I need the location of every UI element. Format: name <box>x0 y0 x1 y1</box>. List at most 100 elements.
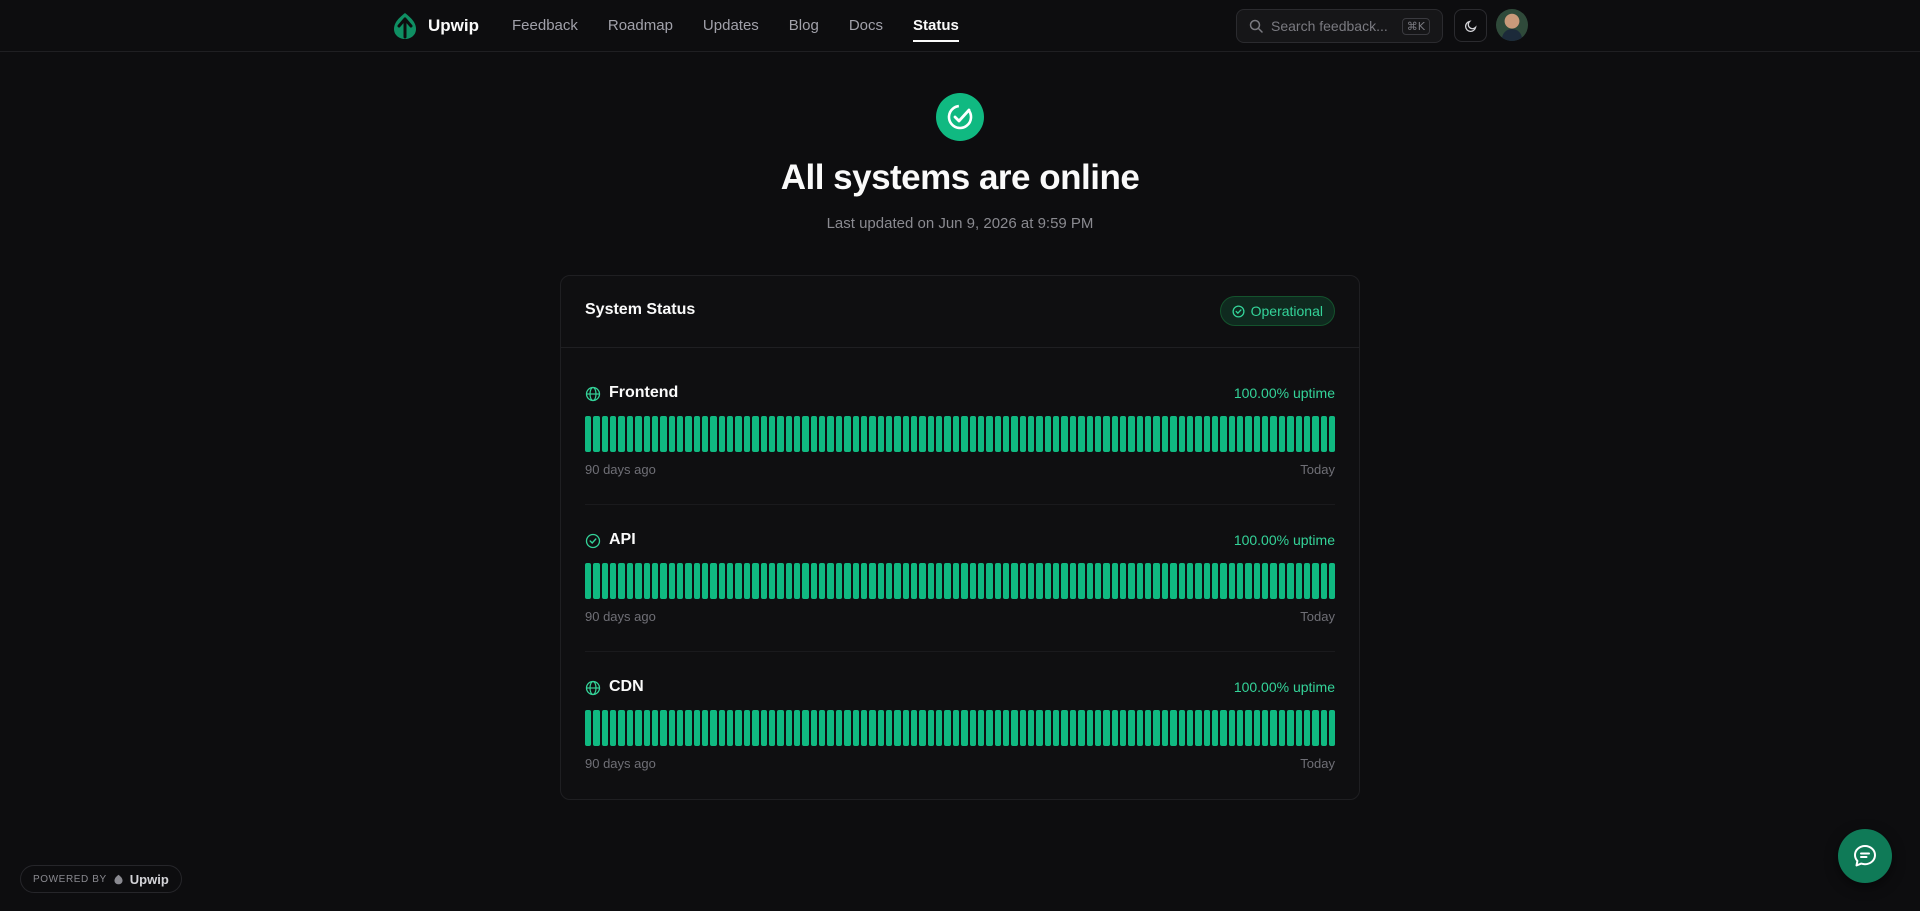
uptime-day-bar[interactable] <box>1086 563 1093 599</box>
uptime-day-bar[interactable] <box>593 710 600 746</box>
uptime-day-bar[interactable] <box>1270 710 1277 746</box>
uptime-day-bar[interactable] <box>1186 416 1194 452</box>
uptime-day-bar[interactable] <box>1312 563 1319 599</box>
uptime-day-bar[interactable] <box>676 416 684 452</box>
uptime-day-bar[interactable] <box>1186 710 1194 746</box>
uptime-day-bar[interactable] <box>585 416 592 452</box>
chat-button[interactable] <box>1838 829 1892 883</box>
uptime-day-bar[interactable] <box>1303 416 1311 452</box>
uptime-day-bar[interactable] <box>660 416 667 452</box>
uptime-day-bar[interactable] <box>1153 710 1160 746</box>
uptime-day-bar[interactable] <box>1153 563 1160 599</box>
uptime-day-bar[interactable] <box>668 416 675 452</box>
uptime-day-bar[interactable] <box>860 416 868 452</box>
uptime-day-bar[interactable] <box>869 563 876 599</box>
uptime-day-bar[interactable] <box>760 563 767 599</box>
uptime-day-bar[interactable] <box>1061 563 1068 599</box>
uptime-day-bar[interactable] <box>1069 710 1077 746</box>
uptime-day-bar[interactable] <box>1228 563 1236 599</box>
nav-feedback[interactable]: Feedback <box>512 0 593 52</box>
uptime-day-bar[interactable] <box>1262 416 1269 452</box>
uptime-day-bar[interactable] <box>1053 416 1060 452</box>
uptime-day-bar[interactable] <box>743 563 751 599</box>
uptime-day-bar[interactable] <box>1053 563 1060 599</box>
uptime-day-bar[interactable] <box>1028 563 1035 599</box>
uptime-day-bar[interactable] <box>735 563 742 599</box>
uptime-day-bar[interactable] <box>727 563 734 599</box>
uptime-day-bar[interactable] <box>911 563 918 599</box>
uptime-day-bar[interactable] <box>844 710 851 746</box>
uptime-day-bar[interactable] <box>710 416 717 452</box>
uptime-day-bar[interactable] <box>1228 416 1236 452</box>
uptime-day-bar[interactable] <box>777 710 784 746</box>
uptime-day-bar[interactable] <box>635 416 642 452</box>
uptime-day-bar[interactable] <box>1211 563 1219 599</box>
uptime-day-bar[interactable] <box>785 416 792 452</box>
uptime-day-bar[interactable] <box>693 563 701 599</box>
uptime-day-bar[interactable] <box>911 710 918 746</box>
uptime-day-bar[interactable] <box>1094 563 1102 599</box>
uptime-day-bar[interactable] <box>626 416 634 452</box>
uptime-day-bar[interactable] <box>1069 563 1077 599</box>
uptime-day-bar[interactable] <box>894 563 901 599</box>
uptime-day-bar[interactable] <box>1019 710 1027 746</box>
uptime-day-bar[interactable] <box>1136 563 1144 599</box>
uptime-day-bar[interactable] <box>768 416 776 452</box>
uptime-day-bar[interactable] <box>1237 563 1244 599</box>
uptime-day-bar[interactable] <box>601 563 609 599</box>
uptime-day-bar[interactable] <box>902 563 910 599</box>
uptime-day-bar[interactable] <box>869 416 876 452</box>
uptime-day-bar[interactable] <box>1245 710 1252 746</box>
uptime-day-bar[interactable] <box>844 416 851 452</box>
uptime-day-bar[interactable] <box>1295 563 1302 599</box>
uptime-day-bar[interactable] <box>1002 563 1010 599</box>
uptime-day-bar[interactable] <box>1161 416 1169 452</box>
uptime-day-bar[interactable] <box>1011 563 1018 599</box>
uptime-day-bar[interactable] <box>1203 563 1210 599</box>
uptime-day-bar[interactable] <box>1211 710 1219 746</box>
uptime-day-bar[interactable] <box>585 710 592 746</box>
uptime-day-bar[interactable] <box>743 710 751 746</box>
uptime-day-bar[interactable] <box>1078 416 1085 452</box>
uptime-day-bar[interactable] <box>601 416 609 452</box>
uptime-day-bar[interactable] <box>1195 563 1202 599</box>
uptime-day-bar[interactable] <box>827 563 834 599</box>
uptime-day-bar[interactable] <box>1312 710 1319 746</box>
uptime-day-bar[interactable] <box>877 710 884 746</box>
uptime-day-bar[interactable] <box>610 563 617 599</box>
uptime-day-bar[interactable] <box>1019 563 1027 599</box>
uptime-day-bar[interactable] <box>1128 710 1135 746</box>
uptime-day-bar[interactable] <box>785 563 792 599</box>
uptime-day-bar[interactable] <box>952 416 960 452</box>
uptime-day-bar[interactable] <box>936 416 943 452</box>
uptime-day-bar[interactable] <box>827 710 834 746</box>
uptime-day-bar[interactable] <box>1111 710 1118 746</box>
uptime-day-bar[interactable] <box>752 563 759 599</box>
uptime-day-bar[interactable] <box>1145 710 1152 746</box>
uptime-day-bar[interactable] <box>1061 710 1068 746</box>
uptime-day-bar[interactable] <box>894 710 901 746</box>
uptime-day-bar[interactable] <box>810 416 818 452</box>
uptime-day-bar[interactable] <box>944 416 951 452</box>
uptime-day-bar[interactable] <box>1170 416 1177 452</box>
uptime-day-bar[interactable] <box>693 416 701 452</box>
uptime-day-bar[interactable] <box>1086 710 1093 746</box>
brand-logo[interactable]: Upwip <box>390 11 479 41</box>
uptime-day-bar[interactable] <box>802 416 809 452</box>
uptime-day-bar[interactable] <box>710 563 717 599</box>
uptime-day-bar[interactable] <box>1145 416 1152 452</box>
uptime-day-bar[interactable] <box>1019 416 1027 452</box>
uptime-day-bar[interactable] <box>1128 416 1135 452</box>
uptime-day-bar[interactable] <box>1303 710 1311 746</box>
theme-toggle-button[interactable] <box>1454 9 1487 42</box>
uptime-day-bar[interactable] <box>735 416 742 452</box>
uptime-day-bar[interactable] <box>1178 416 1185 452</box>
uptime-day-bar[interactable] <box>1186 563 1194 599</box>
uptime-day-bar[interactable] <box>927 710 935 746</box>
uptime-day-bar[interactable] <box>1253 710 1261 746</box>
uptime-day-bar[interactable] <box>1028 710 1035 746</box>
uptime-day-bar[interactable] <box>1061 416 1068 452</box>
uptime-day-bar[interactable] <box>1195 710 1202 746</box>
uptime-day-bar[interactable] <box>1195 416 1202 452</box>
uptime-day-bar[interactable] <box>986 563 993 599</box>
